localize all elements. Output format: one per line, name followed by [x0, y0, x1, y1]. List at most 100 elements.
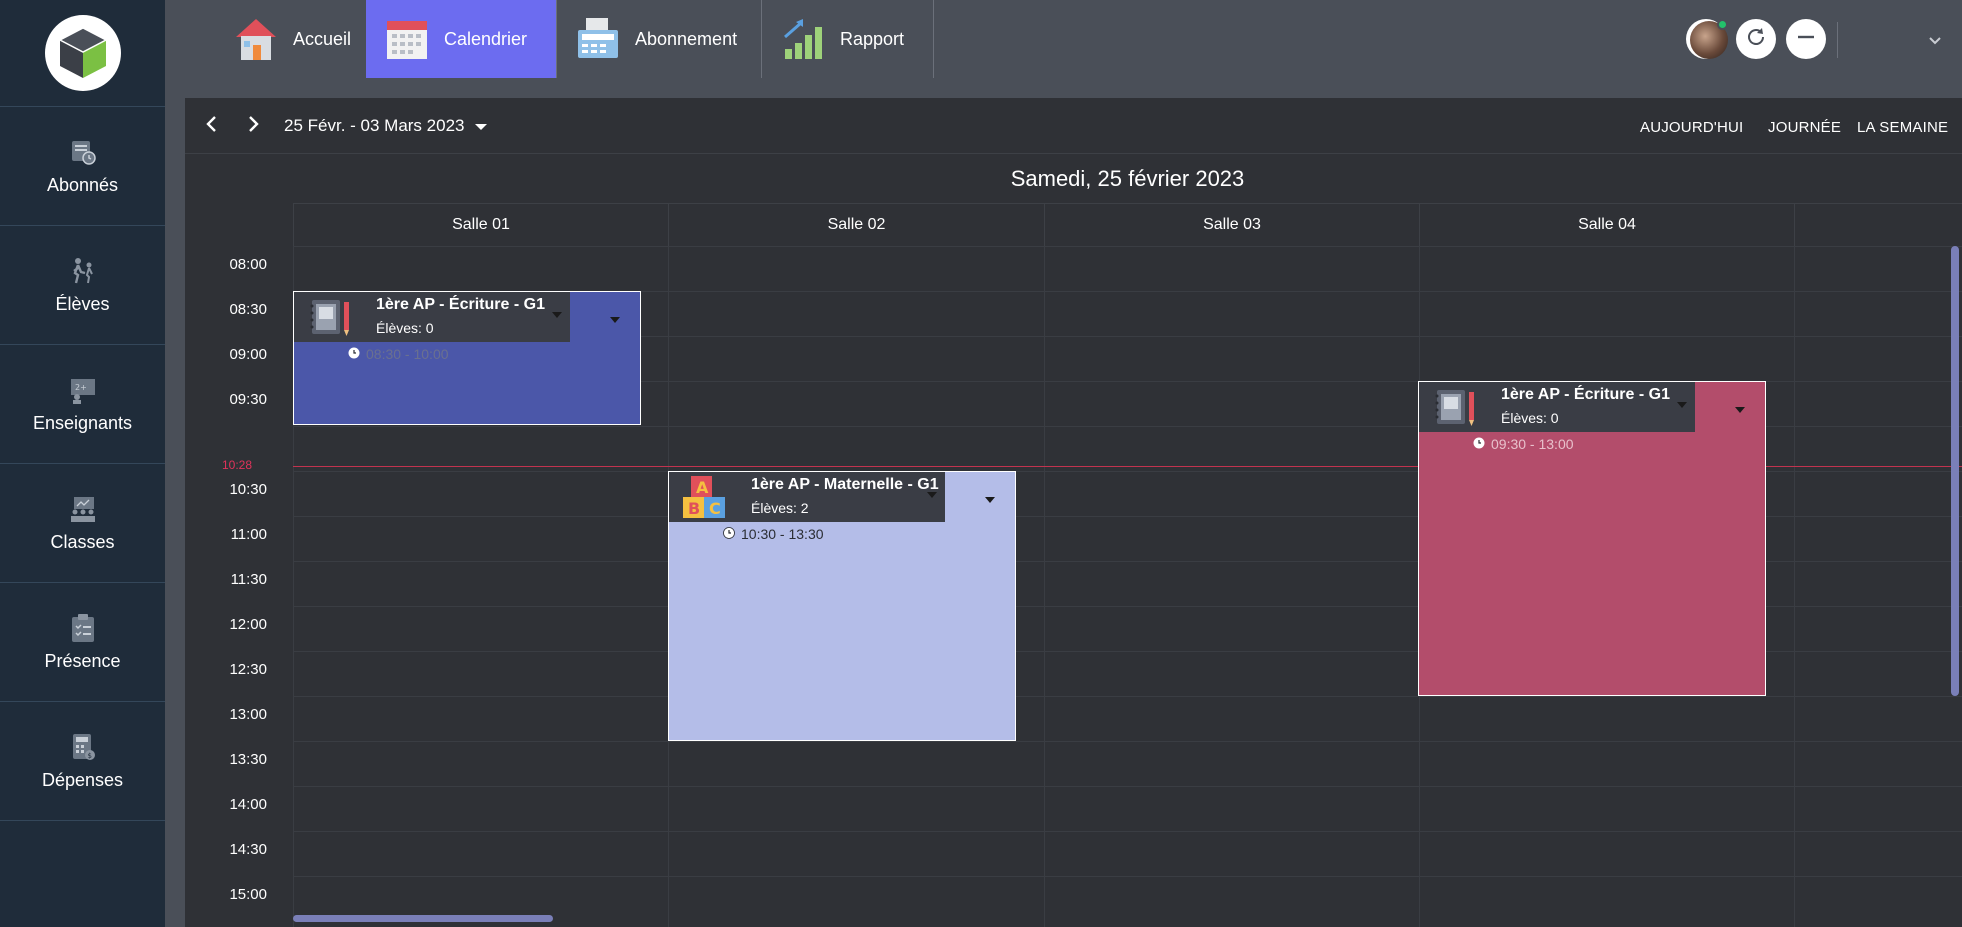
grid-column-line — [1044, 246, 1045, 927]
students-walking-icon — [68, 256, 98, 286]
previous-button[interactable] — [200, 114, 224, 138]
grid-row-line — [293, 696, 1962, 697]
svg-text:2+: 2+ — [75, 383, 87, 392]
notebook-pencil-icon — [308, 296, 354, 338]
current-time-label: 10:28 — [222, 458, 253, 472]
sidebar-item-depenses[interactable]: $ Dépenses — [0, 702, 165, 821]
event-title: 1ère AP - Écriture - G1 — [376, 296, 545, 313]
date-range-label: 25 Févr. - 03 Mars 2023 — [284, 116, 465, 135]
sidebar-item-abonnes[interactable]: Abonnés — [0, 107, 165, 226]
sidebar-item-classes[interactable]: Classes — [0, 464, 165, 583]
room-header: Salle 03 — [1044, 204, 1419, 246]
house-icon — [231, 14, 281, 64]
event-student-count: Élèves: 0 — [1501, 410, 1559, 426]
caret-down-icon — [927, 492, 937, 498]
caret-down-icon — [1677, 402, 1687, 408]
sidebar-item-label: Présence — [44, 650, 121, 671]
tab-abonnement[interactable]: Abonnement — [557, 0, 762, 78]
sidebar-item-label: Enseignants — [32, 412, 133, 433]
cash-register-icon — [573, 14, 623, 64]
refresh-icon — [1745, 26, 1767, 53]
chevron-down-icon[interactable] — [1928, 33, 1942, 51]
bar-chart-icon — [778, 14, 828, 64]
grid-row-line — [293, 786, 1962, 787]
time-label: 12:30 — [229, 661, 267, 678]
today-button[interactable]: AUJOURD'HUI — [1640, 119, 1743, 136]
sidebar-item-label: Élèves — [55, 293, 110, 314]
grid-column-line — [1794, 246, 1795, 927]
time-label: 11:00 — [230, 526, 267, 543]
sidebar: Abonnés Élèves 2+ Enseignants Classes Pr… — [0, 0, 165, 927]
horizontal-scrollbar[interactable] — [293, 915, 553, 922]
event-student-count: Élèves: 0 — [376, 320, 434, 336]
classroom-icon — [68, 494, 98, 524]
event-time-label: 08:30 - 10:00 — [366, 346, 449, 362]
sidebar-item-label: Abonnés — [46, 174, 119, 195]
tab-label: Rapport — [840, 28, 905, 49]
event-menu-caret-icon[interactable] — [610, 317, 620, 323]
tab-calendrier[interactable]: Calendrier — [366, 0, 557, 78]
tab-rapport[interactable]: Rapport — [762, 0, 934, 78]
room-header: Salle 04 — [1419, 204, 1794, 246]
calendar-panel: 25 Févr. - 03 Mars 2023 AUJOURD'HUI JOUR… — [185, 98, 1962, 927]
chevron-left-icon — [205, 115, 219, 138]
calendar-event[interactable]: 1ère AP - Écriture - G1 Élèves: 0 09:30 … — [1418, 381, 1766, 696]
zoom-out-button[interactable] — [1786, 19, 1826, 59]
calculator-expense-icon: $ — [68, 732, 98, 762]
chevron-right-icon — [246, 115, 260, 138]
sidebar-item-presence[interactable]: Présence — [0, 583, 165, 702]
day-view-button[interactable]: JOURNÉE — [1768, 119, 1841, 136]
svg-text:C: C — [709, 499, 721, 518]
room-header: Salle 02 — [668, 204, 1044, 246]
event-time: 09:30 - 13:00 — [1473, 436, 1574, 452]
event-menu-caret-icon[interactable] — [1735, 407, 1745, 413]
sidebar-item-enseignants[interactable]: 2+ Enseignants — [0, 345, 165, 464]
vertical-scrollbar[interactable] — [1951, 246, 1959, 696]
time-grid: 08:00 08:30 09:00 09:30 10:30 11:00 11:3… — [185, 246, 1962, 927]
svg-text:A: A — [696, 478, 709, 497]
time-label: 10:30 — [229, 481, 267, 498]
notebook-pencil-icon — [1433, 386, 1479, 428]
tab-accueil[interactable]: Accueil — [215, 0, 369, 78]
time-label: 08:00 — [229, 256, 267, 273]
sidebar-item-eleves[interactable]: Élèves — [0, 226, 165, 345]
svg-text:$: $ — [87, 752, 91, 760]
time-label: 15:00 — [229, 886, 267, 903]
teacher-board-icon: 2+ — [68, 375, 98, 405]
time-label: 09:00 — [229, 346, 267, 363]
event-title: 1ère AP - Maternelle - G1 — [751, 476, 939, 493]
room-header: Salle 01 — [293, 204, 668, 246]
event-time: 10:30 - 13:30 — [723, 526, 824, 542]
attendance-clipboard-icon — [68, 613, 98, 643]
time-label: 08:30 — [229, 301, 267, 318]
svg-text:B: B — [688, 499, 700, 518]
time-label: 11:30 — [230, 571, 267, 588]
event-student-count: Élèves: 2 — [751, 500, 809, 516]
calendar-icon — [382, 14, 432, 64]
minus-icon — [1795, 26, 1817, 53]
grid-row-line — [293, 741, 1962, 742]
calendar-event[interactable]: 1ère AP - Écriture - G1 Élèves: 0 08:30 … — [293, 291, 641, 425]
caret-down-icon — [552, 312, 562, 318]
online-status-icon — [1717, 19, 1728, 30]
calendar-event[interactable]: ABC 1ère AP - Maternelle - G1 Élèves: 2 … — [668, 471, 1016, 741]
room-header-empty — [1794, 204, 1962, 246]
clock-icon — [723, 526, 735, 542]
refresh-button[interactable] — [1736, 19, 1776, 59]
event-menu-caret-icon[interactable] — [985, 497, 995, 503]
tab-label: Calendrier — [444, 28, 528, 49]
week-view-button[interactable]: LA SEMAINE — [1857, 119, 1948, 136]
event-title: 1ère AP - Écriture - G1 — [1501, 386, 1670, 403]
date-range-picker[interactable]: 25 Févr. - 03 Mars 2023 — [284, 116, 488, 136]
app-logo[interactable] — [44, 15, 121, 91]
clock-icon — [348, 346, 360, 362]
sidebar-item-label: Classes — [50, 531, 115, 552]
time-label: 14:00 — [229, 796, 267, 813]
subscriber-card-icon — [68, 137, 98, 167]
top-navigation: Accueil Calendrier Abonnement Rapport — [165, 0, 1962, 78]
divider — [1837, 22, 1838, 58]
clock-icon — [1473, 436, 1485, 452]
time-label: 13:00 — [229, 706, 267, 723]
time-label: 14:30 — [229, 841, 267, 858]
next-button[interactable] — [241, 114, 265, 138]
